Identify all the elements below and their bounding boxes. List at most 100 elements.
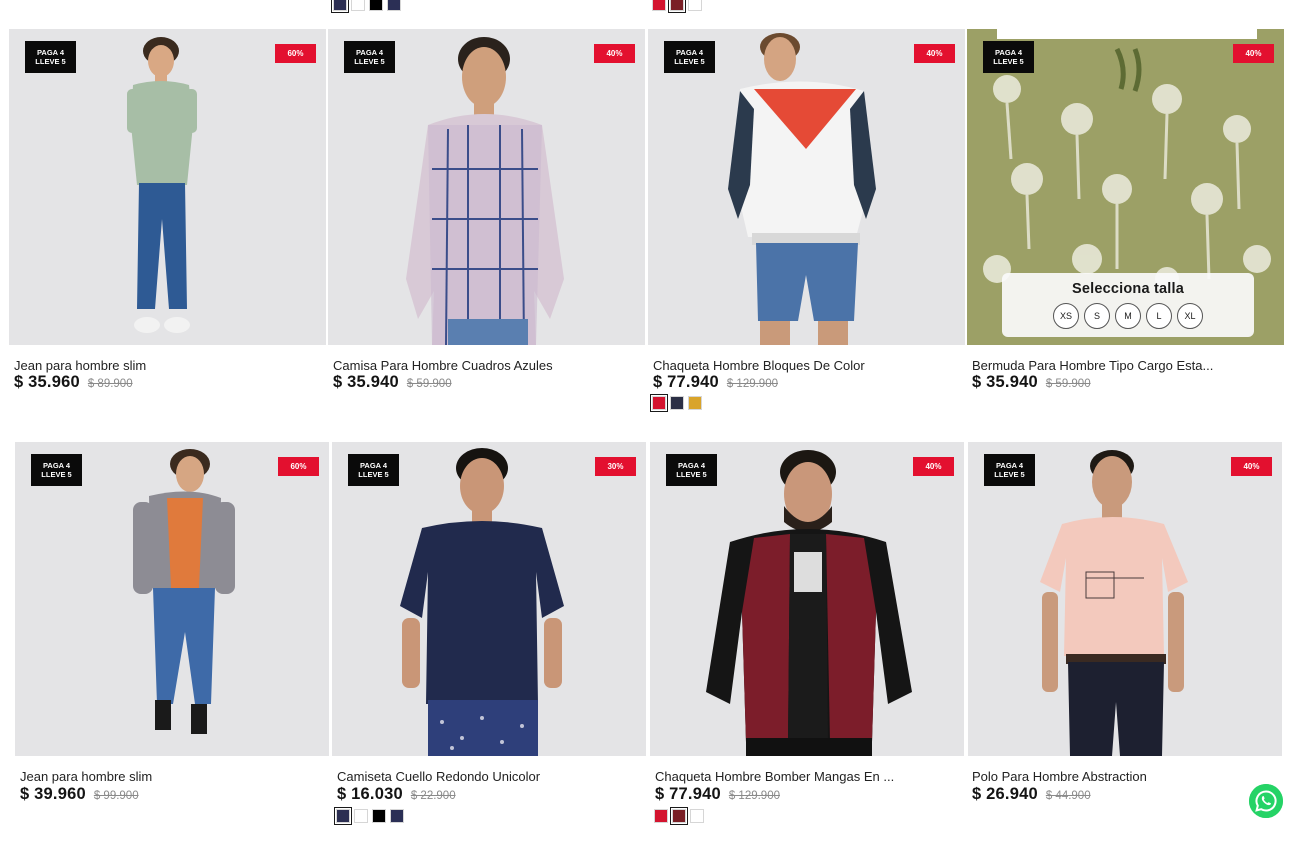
color-swatch[interactable] xyxy=(668,0,686,13)
color-swatch[interactable] xyxy=(390,809,404,823)
promo-line: LLEVE 5 xyxy=(358,470,389,479)
promo-badge: PAGA 4 LLEVE 5 xyxy=(348,454,399,486)
color-swatch[interactable] xyxy=(331,0,349,13)
original-price: $ 89.900 xyxy=(87,378,133,390)
color-swatches xyxy=(654,807,704,825)
promo-line: LLEVE 5 xyxy=(354,57,385,66)
color-swatch[interactable] xyxy=(688,396,702,410)
promo-line: PAGA 4 xyxy=(36,48,65,57)
color-swatch[interactable] xyxy=(369,0,383,11)
model-photo xyxy=(1040,450,1188,756)
price-row: $ 35.940 $ 59.900 xyxy=(972,373,1091,392)
color-swatch[interactable] xyxy=(654,809,668,823)
model-photo xyxy=(400,448,564,756)
promo-line: PAGA 4 xyxy=(355,48,384,57)
current-price: $ 16.030 xyxy=(337,785,403,803)
model-photo xyxy=(406,37,564,345)
color-swatch[interactable] xyxy=(690,809,704,823)
discount-badge: 40% xyxy=(914,44,955,63)
product-name[interactable]: Polo Para Hombre Abstraction xyxy=(972,769,1147,784)
product-name[interactable]: Chaqueta Hombre Bloques De Color xyxy=(653,358,865,373)
price-row: $ 77.940 $ 129.900 xyxy=(653,373,778,392)
promo-line: PAGA 4 xyxy=(42,461,71,470)
promo-badge: PAGA 4 LLEVE 5 xyxy=(664,41,715,73)
product-name[interactable]: Bermuda Para Hombre Tipo Cargo Esta... xyxy=(972,358,1213,373)
current-price: $ 35.940 xyxy=(972,373,1038,391)
price-row: $ 35.940 $ 59.900 xyxy=(333,373,452,392)
color-swatch[interactable] xyxy=(372,809,386,823)
color-swatch[interactable] xyxy=(670,396,684,410)
product-image[interactable]: PAGA 4 LLEVE 5 40% xyxy=(328,29,645,345)
product-image[interactable]: PAGA 4 LLEVE 5 60% xyxy=(15,442,329,756)
color-swatch[interactable] xyxy=(650,394,668,412)
promo-badge: PAGA 4 LLEVE 5 xyxy=(25,41,76,73)
original-price: $ 44.900 xyxy=(1045,790,1091,802)
original-price: $ 59.900 xyxy=(406,378,452,390)
discount-badge: 40% xyxy=(1233,44,1274,63)
discount-badge: 40% xyxy=(913,457,954,476)
color-swatch[interactable] xyxy=(688,0,702,11)
product-name[interactable]: Camisa Para Hombre Cuadros Azules xyxy=(333,358,553,373)
size-option-m[interactable]: M xyxy=(1115,303,1141,329)
promo-badge: PAGA 4 LLEVE 5 xyxy=(984,454,1035,486)
current-price: $ 26.940 xyxy=(972,785,1038,803)
price-row: $ 77.940 $ 129.900 xyxy=(655,785,780,804)
size-options: XS S M L XL xyxy=(1002,303,1254,329)
color-swatch[interactable] xyxy=(670,807,688,825)
whatsapp-button[interactable] xyxy=(1249,784,1283,818)
price-row: $ 26.940 $ 44.900 xyxy=(972,785,1091,804)
size-option-xl[interactable]: XL xyxy=(1177,303,1203,329)
product-name[interactable]: Camiseta Cuello Redondo Unicolor xyxy=(337,769,540,784)
color-swatch[interactable] xyxy=(334,807,352,825)
discount-badge: 40% xyxy=(594,44,635,63)
color-swatch[interactable] xyxy=(354,809,368,823)
whatsapp-icon xyxy=(1249,784,1283,818)
size-option-xs[interactable]: XS xyxy=(1053,303,1079,329)
discount-badge: 40% xyxy=(1231,457,1272,476)
current-price: $ 35.960 xyxy=(14,373,80,391)
size-option-s[interactable]: S xyxy=(1084,303,1110,329)
color-swatch[interactable] xyxy=(652,0,666,11)
color-swatch[interactable] xyxy=(387,0,401,11)
promo-line: PAGA 4 xyxy=(995,461,1024,470)
product-image[interactable]: PAGA 4 LLEVE 5 60% xyxy=(9,29,326,345)
product-name[interactable]: Chaqueta Hombre Bomber Mangas En ... xyxy=(655,769,894,784)
promo-line: LLEVE 5 xyxy=(676,470,707,479)
promo-line: PAGA 4 xyxy=(994,48,1023,57)
current-price: $ 77.940 xyxy=(655,785,721,803)
discount-badge: 60% xyxy=(278,457,319,476)
original-price: $ 59.900 xyxy=(1045,378,1091,390)
color-swatches xyxy=(334,807,404,825)
product-image[interactable]: PAGA 4 LLEVE 5 40% xyxy=(968,442,1282,756)
discount-badge: 30% xyxy=(595,457,636,476)
current-price: $ 35.940 xyxy=(333,373,399,391)
product-image[interactable]: PAGA 4 LLEVE 5 30% xyxy=(332,442,646,756)
top-swatch-group-2 xyxy=(652,0,702,13)
original-price: $ 129.900 xyxy=(728,790,780,802)
product-image[interactable]: PAGA 4 LLEVE 5 40% xyxy=(648,29,965,345)
color-swatches xyxy=(650,394,702,412)
product-image[interactable]: PAGA 4 LLEVE 5 40% Selecciona talla XS S… xyxy=(967,29,1284,345)
promo-badge: PAGA 4 LLEVE 5 xyxy=(983,41,1034,73)
promo-line: LLEVE 5 xyxy=(41,470,72,479)
promo-line: LLEVE 5 xyxy=(993,57,1024,66)
current-price: $ 39.960 xyxy=(20,785,86,803)
promo-line: PAGA 4 xyxy=(675,48,704,57)
product-name[interactable]: Jean para hombre slim xyxy=(14,358,146,373)
price-row: $ 39.960 $ 99.900 xyxy=(20,785,139,804)
model-photo xyxy=(133,449,235,734)
size-option-l[interactable]: L xyxy=(1146,303,1172,329)
promo-badge: PAGA 4 LLEVE 5 xyxy=(666,454,717,486)
promo-badge: PAGA 4 LLEVE 5 xyxy=(344,41,395,73)
size-selector-title: Selecciona talla xyxy=(1071,281,1184,297)
product-image[interactable]: PAGA 4 LLEVE 5 40% xyxy=(650,442,964,756)
model-photo xyxy=(127,37,197,333)
model-photo xyxy=(728,33,876,345)
promo-line: LLEVE 5 xyxy=(35,57,66,66)
promo-line: LLEVE 5 xyxy=(994,470,1025,479)
color-swatch[interactable] xyxy=(351,0,365,11)
original-price: $ 22.900 xyxy=(410,790,456,802)
original-price: $ 99.900 xyxy=(93,790,139,802)
product-name[interactable]: Jean para hombre slim xyxy=(20,769,152,784)
current-price: $ 77.940 xyxy=(653,373,719,391)
